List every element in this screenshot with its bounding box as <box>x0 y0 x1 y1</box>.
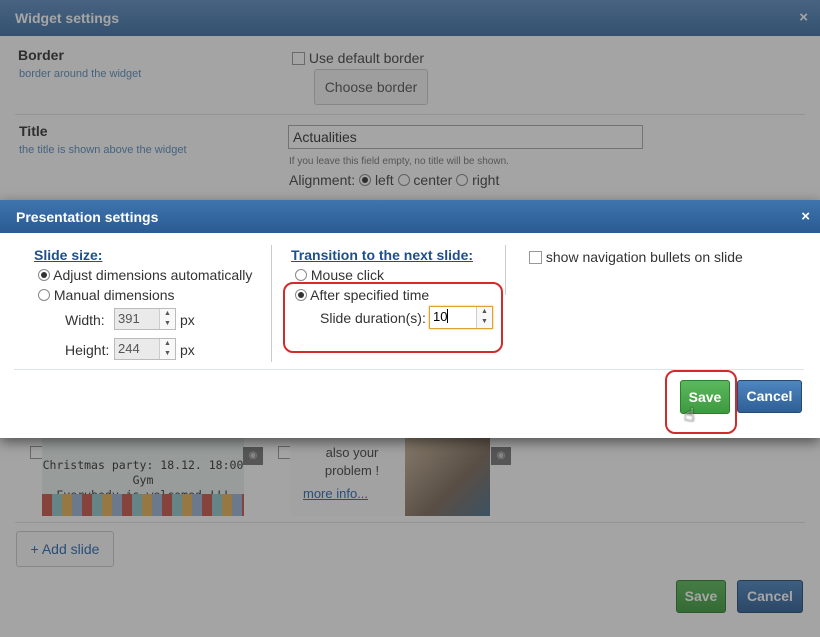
nav-bullets-checkbox[interactable]: show navigation bullets on slide <box>529 249 743 265</box>
cancel-button[interactable]: Cancel <box>737 380 802 413</box>
manual-dimensions-radio[interactable] <box>38 289 50 301</box>
adjust-auto-option[interactable]: Adjust dimensions automatically <box>38 267 252 283</box>
adjust-auto-label: Adjust dimensions automatically <box>53 267 253 283</box>
width-value: 391 <box>118 311 140 326</box>
highlight-save-box <box>665 370 737 434</box>
highlight-duration-box <box>283 282 503 353</box>
presentation-settings-dialog: Presentation settings × Slide size: Adju… <box>0 200 820 438</box>
width-label: Width: <box>65 312 105 328</box>
mouse-click-radio[interactable] <box>295 269 307 281</box>
column-divider <box>271 245 272 362</box>
manual-dimensions-option[interactable]: Manual dimensions <box>38 287 175 303</box>
manual-dimensions-label: Manual dimensions <box>53 287 175 303</box>
stepper-arrows-icon[interactable]: ▲ ▼ <box>159 309 175 329</box>
stepper-arrows-icon[interactable]: ▲ ▼ <box>159 339 175 359</box>
presentation-settings-header: Presentation settings × <box>0 200 820 233</box>
column-divider <box>505 245 506 295</box>
adjust-auto-radio[interactable] <box>38 269 50 281</box>
height-unit: px <box>180 342 195 358</box>
mouse-click-option[interactable]: Mouse click <box>295 267 384 283</box>
mouse-click-label: Mouse click <box>310 267 385 283</box>
height-value: 244 <box>118 341 140 356</box>
hand-cursor-icon: ☝ <box>684 405 695 425</box>
close-icon[interactable]: × <box>801 208 810 225</box>
transition-heading: Transition to the next slide: <box>291 247 474 263</box>
slide-size-heading: Slide size: <box>34 247 103 263</box>
height-label: Height: <box>65 342 110 358</box>
checkbox-icon <box>529 251 542 264</box>
width-stepper[interactable]: 391 ▲ ▼ <box>114 308 176 330</box>
height-stepper[interactable]: 244 ▲ ▼ <box>114 338 176 360</box>
presentation-settings-title: Presentation settings <box>16 209 159 225</box>
width-unit: px <box>180 312 195 328</box>
nav-bullets-label: show navigation bullets on slide <box>545 249 743 265</box>
